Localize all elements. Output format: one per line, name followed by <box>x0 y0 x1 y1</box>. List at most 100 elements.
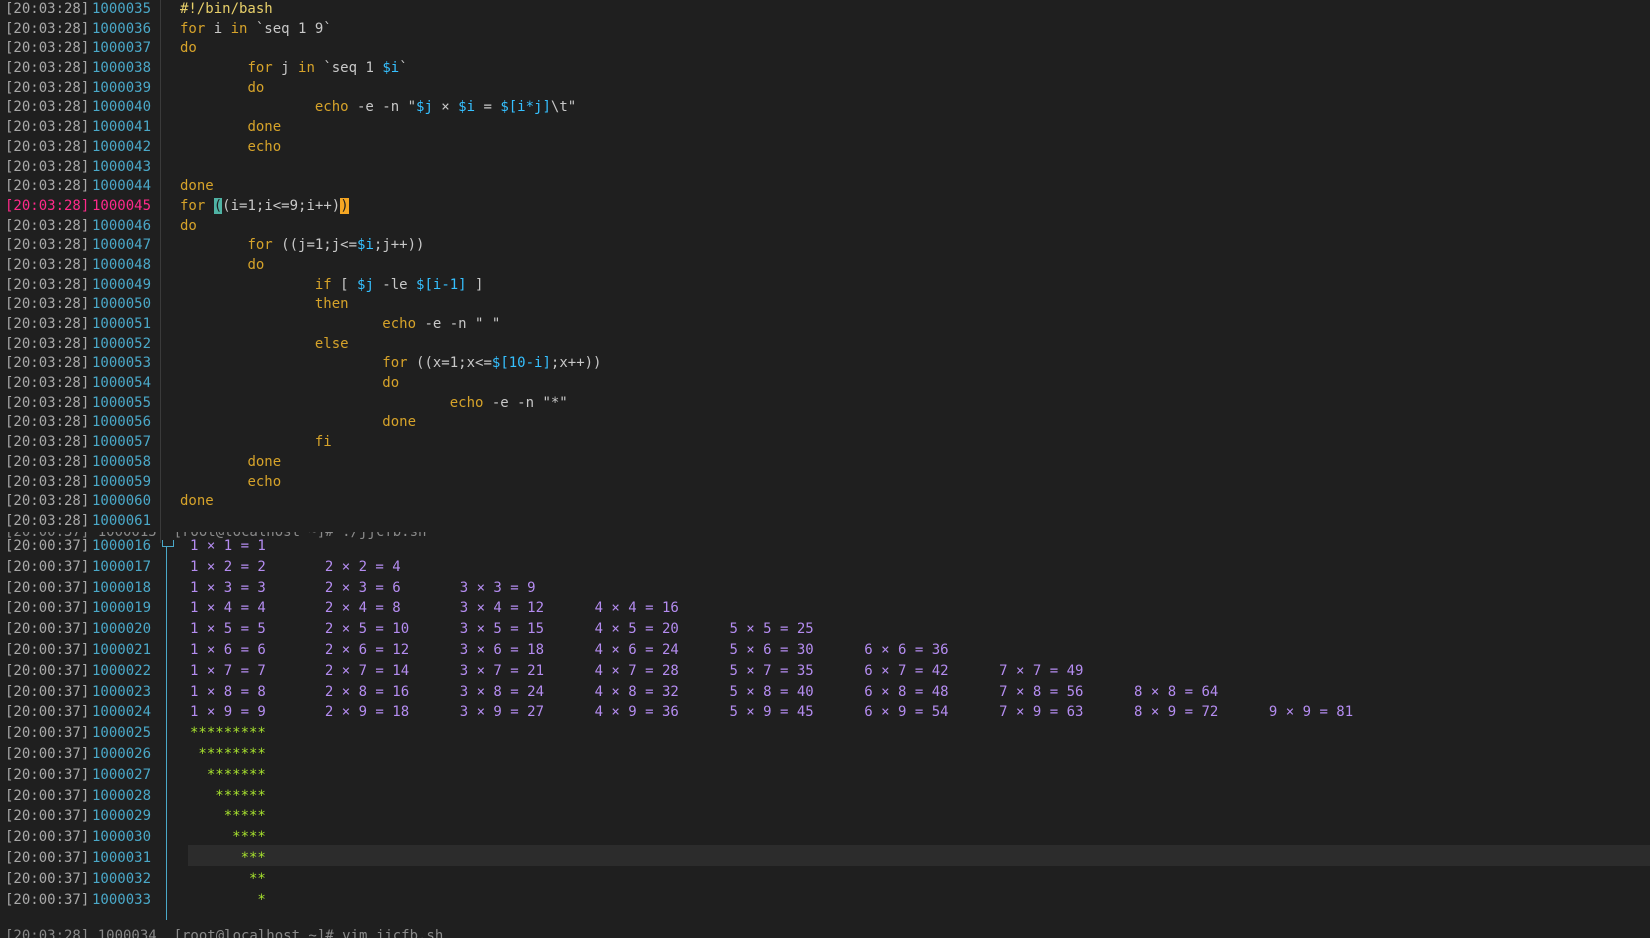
timestamp: [20:03:28] <box>5 60 90 77</box>
timestamp: [20:00:37] <box>5 808 90 825</box>
editor-line[interactable]: [20:03:28] 1000061 <box>0 512 1650 532</box>
editor-line[interactable]: [20:03:28] 1000036 for i in `seq 1 9` <box>0 20 1650 40</box>
output-line[interactable]: [20:00:37] 1000026 ******** <box>0 744 1650 765</box>
editor-line[interactable]: [20:03:28] 1000052 else <box>0 335 1650 355</box>
output-line[interactable]: [20:00:37] 1000022 1 × 7 = 7 2 × 7 = 14 3 … <box>0 661 1650 682</box>
terminal-output-pane[interactable]: [20:00:37] 1000016 1 × 1 = 1 [20:00:37] 1000… <box>0 536 1650 938</box>
editor-line[interactable]: [20:03:28] 1000039 do <box>0 79 1650 99</box>
output-text: 1 × 7 = 7 2 × 7 = 14 3 × 7 = 21 4 × 7 = … <box>190 662 1084 679</box>
output-line[interactable]: [20:00:37] 1000016 1 × 1 = 1 <box>0 536 1650 557</box>
output-text: ****** <box>190 787 266 804</box>
editor-line[interactable]: [20:03:28] 1000044 done <box>0 177 1650 197</box>
timestamp: [20:03:28] <box>5 79 90 96</box>
editor-pane[interactable]: [20:03:28] 1000035 #!/bin/bash [20:03:28] 10… <box>0 0 1650 543</box>
editor-line[interactable]: [20:03:28] 1000045 for ((i=1;i<=9;i++)) <box>0 197 1650 217</box>
editor-line[interactable]: [20:03:28] 1000050 then <box>0 295 1650 315</box>
timestamp: [20:03:28] <box>5 217 90 234</box>
output-line[interactable]: [20:00:37] 1000024 1 × 9 = 9 2 × 9 = 18 3 … <box>0 702 1650 723</box>
editor-line[interactable]: [20:03:28] 1000058 done <box>0 453 1650 473</box>
code-text: do <box>247 256 265 273</box>
line-number: 1000053 <box>92 355 152 372</box>
editor-line[interactable]: [20:03:28] 1000035 #!/bin/bash <box>0 0 1650 20</box>
timestamp: [20:00:37] <box>5 849 90 866</box>
output-text: 1 × 3 = 3 2 × 3 = 6 3 × 3 = 9 <box>190 579 536 596</box>
timestamp: [20:03:28] <box>5 355 90 372</box>
output-line[interactable]: [20:00:37] 1000021 1 × 6 = 6 2 × 6 = 12 3 … <box>0 640 1650 661</box>
timestamp: [20:00:37] <box>5 600 90 617</box>
output-text: 1 × 8 = 8 2 × 8 = 16 3 × 8 = 24 4 × 8 = … <box>190 683 1219 700</box>
output-line[interactable]: [20:00:37] 1000028 ****** <box>0 786 1650 807</box>
output-line[interactable]: [20:00:37] 1000023 1 × 8 = 8 2 × 8 = 16 3 … <box>0 682 1650 703</box>
line-number: 1000029 <box>92 808 152 825</box>
output-text: 1 × 9 = 9 2 × 9 = 18 3 × 9 = 27 4 × 9 = … <box>190 704 1354 721</box>
code-text: done <box>247 453 282 470</box>
editor-line[interactable]: [20:03:28] 1000038 for j in `seq 1 $i` <box>0 59 1650 79</box>
timestamp: [20:03:28] <box>5 256 90 273</box>
timestamp: [20:00:37] <box>5 558 90 575</box>
output-line[interactable]: [20:00:37] 1000029 ***** <box>0 806 1650 827</box>
editor-line[interactable]: [20:03:28] 1000051 echo -e -n " " <box>0 315 1650 335</box>
editor-line[interactable]: [20:03:28] 1000056 done <box>0 413 1650 433</box>
line-number: 1000057 <box>92 434 152 451</box>
output-line[interactable]: [20:00:37] 1000030 **** <box>0 827 1650 848</box>
output-line[interactable]: [20:00:37] 1000019 1 × 4 = 4 2 × 4 = 8 3 ×… <box>0 598 1650 619</box>
code-text: if [ $j -le $[i-1] ] <box>314 276 484 293</box>
timestamp: [20:00:37] <box>5 538 90 554</box>
output-text: ******** <box>190 745 266 762</box>
line-number: 1000019 <box>92 600 152 617</box>
timestamp: [20:03:28] <box>5 119 90 136</box>
output-line[interactable]: [20:00:37] 1000025 ********* <box>0 723 1650 744</box>
line-number: 1000025 <box>92 725 152 742</box>
output-line[interactable]: [20:00:37] 1000033 * <box>0 890 1650 911</box>
editor-line[interactable]: [20:03:28] 1000042 echo <box>0 138 1650 158</box>
line-number: 1000036 <box>92 20 152 37</box>
code-text: do <box>382 375 400 392</box>
output-line[interactable]: [20:00:37] 1000020 1 × 5 = 5 2 × 5 = 10 3 … <box>0 619 1650 640</box>
editor-line[interactable]: [20:03:28] 1000040 echo -e -n "$j × $i = … <box>0 98 1650 118</box>
editor-line[interactable]: [20:03:28] 1000049 if [ $j -le $[i-1] ] <box>0 276 1650 296</box>
editor-line[interactable]: [20:03:28] 1000053 for ((x=1;x<=$[10-i];x… <box>0 354 1650 374</box>
output-line[interactable]: [20:00:37] 1000031 *** <box>0 848 1650 869</box>
output-line[interactable]: [20:00:37] 1000027 ******* <box>0 765 1650 786</box>
line-number: 1000042 <box>92 138 152 155</box>
timestamp: [20:00:37] <box>5 621 90 638</box>
output-line[interactable]: [20:00:37] 1000017 1 × 2 = 2 2 × 2 = 4 <box>0 557 1650 578</box>
timestamp: [20:03:28] <box>5 453 90 470</box>
timestamp: [20:00:37] <box>5 683 90 700</box>
editor-line[interactable]: [20:03:28] 1000060 done <box>0 492 1650 512</box>
code-text: else <box>314 335 349 352</box>
editor-line[interactable]: [20:03:28] 1000046 do <box>0 217 1650 237</box>
code-text: for ((x=1;x<=$[10-i];x++)) <box>382 355 602 372</box>
editor-line[interactable]: [20:03:28] 1000041 done <box>0 118 1650 138</box>
line-number: 1000043 <box>92 158 152 175</box>
editor-line[interactable]: [20:03:28] 1000057 fi <box>0 433 1650 453</box>
editor-line[interactable]: [20:03:28] 1000048 do <box>0 256 1650 276</box>
output-text: *** <box>190 849 266 866</box>
timestamp: [20:00:37] <box>5 704 90 721</box>
line-number: 1000035 <box>92 1 152 17</box>
line-number: 1000026 <box>92 745 152 762</box>
line-number: 1000028 <box>92 787 152 804</box>
timestamp: [20:03:28] <box>5 138 90 155</box>
timestamp: [20:03:28] <box>5 178 90 195</box>
editor-line[interactable]: [20:03:28] 1000037 do <box>0 39 1650 59</box>
line-number: 1000052 <box>92 335 152 352</box>
code-text: echo -e -n " " <box>382 316 501 332</box>
code-text: done <box>382 414 417 431</box>
editor-line[interactable]: [20:03:28] 1000047 for ((j=1;j<=$i;j++)) <box>0 236 1650 256</box>
editor-line[interactable]: [20:03:28] 1000054 do <box>0 374 1650 394</box>
line-number: 1000022 <box>92 662 152 679</box>
timestamp: [20:03:28] <box>5 512 90 529</box>
line-number: 1000040 <box>92 99 152 116</box>
output-line[interactable]: [20:00:37] 1000018 1 × 3 = 3 2 × 3 = 6 3 ×… <box>0 578 1650 599</box>
line-number: 1000045 <box>92 197 152 214</box>
output-line[interactable]: [20:00:37] 1000032 ** <box>0 869 1650 890</box>
editor-line[interactable]: [20:03:28] 1000043 <box>0 158 1650 178</box>
output-text: * <box>190 891 266 908</box>
line-number: 1000039 <box>92 79 152 96</box>
editor-line[interactable]: [20:03:28] 1000059 echo <box>0 473 1650 493</box>
editor-line[interactable]: [20:03:28] 1000055 echo -e -n "*" <box>0 394 1650 414</box>
line-number: 1000021 <box>92 641 152 658</box>
timestamp: [20:00:37] <box>5 766 90 783</box>
line-number: 1000061 <box>92 512 152 529</box>
